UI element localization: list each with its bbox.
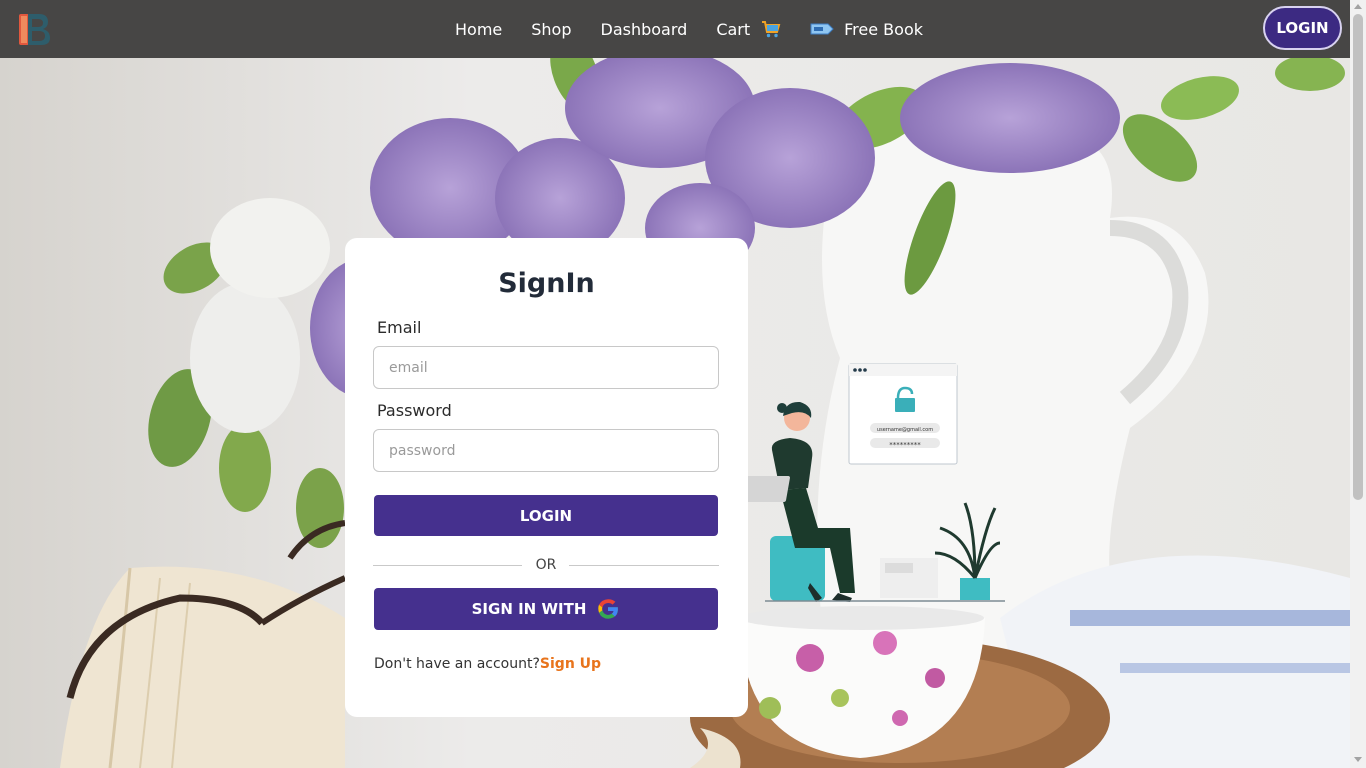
password-field[interactable] (373, 429, 719, 472)
nav-dashboard[interactable]: Dashboard (601, 20, 688, 39)
scroll-down-icon[interactable] (1354, 757, 1362, 762)
signup-row: Don't have an account?Sign Up (374, 656, 601, 672)
nav-home[interactable]: Home (455, 20, 502, 39)
cart-icon (762, 21, 781, 38)
no-account-text: Don't have an account? (374, 656, 540, 672)
email-field[interactable] (373, 346, 719, 389)
signin-login-button[interactable]: LOGIN (374, 495, 718, 536)
divider-line-right (569, 565, 719, 566)
illustration-email-text: username@gmail.com (877, 427, 933, 433)
nav-free-book[interactable]: Free Book (810, 20, 923, 39)
signup-link[interactable]: Sign Up (540, 656, 601, 672)
free-tag-icon (810, 23, 834, 35)
or-divider: OR (373, 556, 719, 576)
nav-shop-label: Shop (531, 19, 572, 39)
google-signin-label: SIGN IN WITH (471, 600, 587, 618)
nav-cart[interactable]: Cart (716, 20, 781, 39)
book-logo-icon[interactable] (17, 11, 51, 47)
signin-card: SignIn Email Password LOGIN OR SIGN IN W… (345, 238, 748, 717)
illustration-password-text: ********* (889, 441, 921, 449)
google-icon (598, 599, 619, 619)
nav-free-book-label: Free Book (844, 19, 923, 39)
nav-home-label: Home (455, 19, 503, 39)
login-button[interactable]: LOGIN (1263, 6, 1342, 50)
nav-cart-label: Cart (716, 19, 751, 39)
scrollbar-thumb[interactable] (1353, 14, 1363, 500)
email-label: Email (377, 318, 422, 337)
google-signin-button[interactable]: SIGN IN WITH (374, 588, 718, 630)
scroll-up-icon[interactable] (1354, 4, 1362, 9)
nav-dashboard-label: Dashboard (600, 19, 688, 39)
nav-shop[interactable]: Shop (531, 20, 571, 39)
password-label: Password (377, 401, 452, 420)
navbar: Home Shop Dashboard Cart Free Book LOGIN (0, 0, 1350, 58)
signin-login-label: LOGIN (519, 506, 573, 525)
page-scrollbar[interactable] (1350, 0, 1366, 768)
signin-title: SignIn (498, 268, 595, 299)
